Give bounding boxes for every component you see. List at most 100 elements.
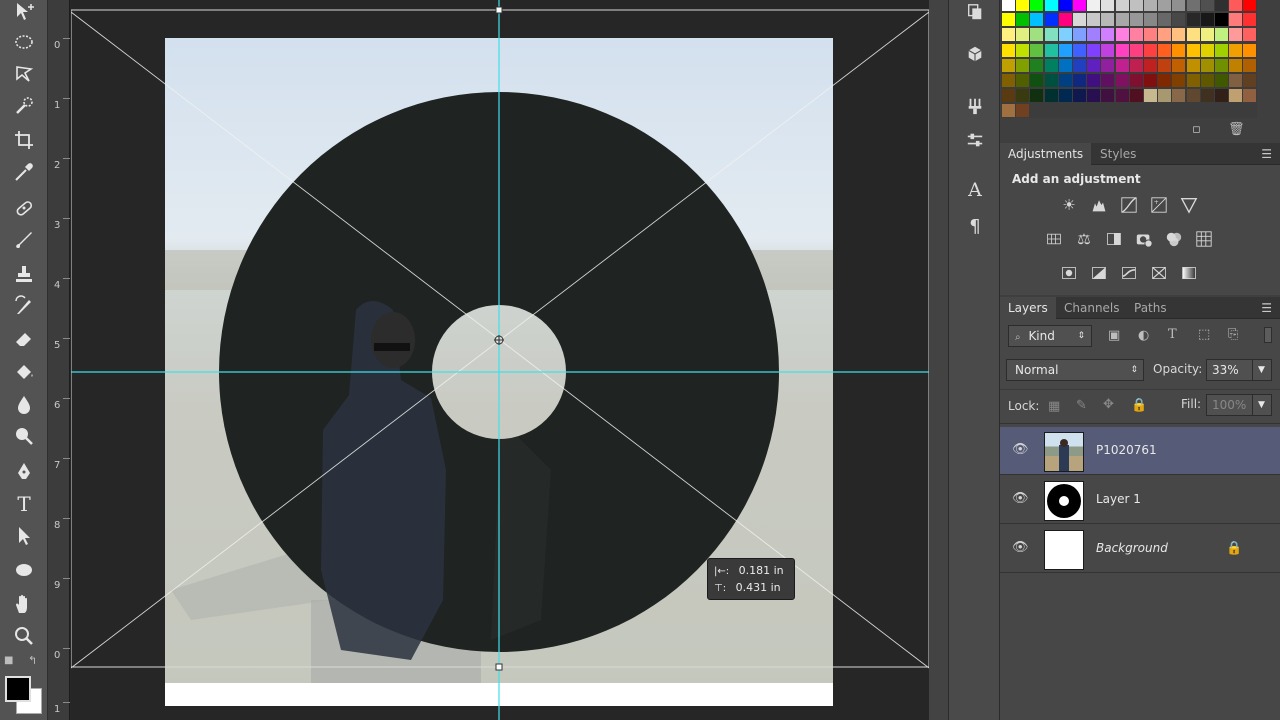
layers-panel-menu-icon[interactable]: ☰ bbox=[1261, 301, 1272, 315]
color-swatch[interactable] bbox=[1073, 89, 1086, 103]
color-swatch[interactable] bbox=[1172, 58, 1186, 72]
color-swatch[interactable] bbox=[1115, 13, 1129, 27]
move-tool-icon[interactable] bbox=[10, 0, 38, 24]
zoom-icon[interactable] bbox=[10, 624, 38, 648]
eyedropper-icon[interactable] bbox=[10, 160, 38, 184]
color-swatch[interactable] bbox=[1058, 28, 1072, 42]
layer-row-layer-1[interactable]: 👁 Layer 1 bbox=[1000, 476, 1280, 524]
visibility-eye-icon[interactable]: 👁 bbox=[1012, 491, 1029, 507]
color-swatch[interactable] bbox=[1073, 28, 1086, 42]
color-swatch[interactable] bbox=[1172, 0, 1186, 11]
color-swatch[interactable] bbox=[1087, 28, 1101, 42]
color-swatch[interactable] bbox=[1058, 58, 1072, 72]
color-swatch[interactable] bbox=[1172, 74, 1186, 87]
color-swatch[interactable] bbox=[1229, 0, 1243, 11]
visibility-eye-icon[interactable]: 👁 bbox=[1012, 442, 1029, 458]
color-swatch[interactable] bbox=[1016, 13, 1030, 27]
color-swatch[interactable] bbox=[1016, 0, 1030, 11]
color-swatch[interactable] bbox=[1115, 89, 1129, 103]
color-swatch[interactable] bbox=[1144, 13, 1157, 27]
color-swatch[interactable] bbox=[1229, 13, 1243, 27]
history-panel-icon[interactable] bbox=[963, 0, 987, 24]
invert-icon[interactable] bbox=[1058, 262, 1080, 284]
color-swatch[interactable] bbox=[1101, 74, 1115, 87]
color-swatch[interactable] bbox=[1073, 58, 1086, 72]
filter-adjustment-icon[interactable]: ◐ bbox=[1138, 328, 1149, 343]
color-swatch[interactable] bbox=[1030, 43, 1044, 57]
fill-input[interactable]: 100% bbox=[1206, 394, 1254, 416]
layer-row-p1020761[interactable]: 👁 P1020761 bbox=[1000, 427, 1280, 475]
color-swatch[interactable] bbox=[1158, 13, 1172, 27]
color-swatch[interactable] bbox=[1058, 89, 1072, 103]
delete-swatch-icon[interactable]: 🗑 bbox=[1228, 122, 1245, 137]
color-swatch[interactable] bbox=[1215, 0, 1228, 11]
color-swatch[interactable] bbox=[1158, 74, 1172, 87]
color-swatch[interactable] bbox=[1144, 58, 1157, 72]
color-swatch[interactable] bbox=[1129, 43, 1143, 57]
color-swatch[interactable] bbox=[1115, 58, 1129, 72]
color-swatch[interactable] bbox=[1044, 43, 1058, 57]
color-swatch[interactable] bbox=[1101, 89, 1115, 103]
color-swatch[interactable] bbox=[1243, 28, 1257, 42]
color-swatch[interactable] bbox=[1215, 58, 1228, 72]
color-swatch[interactable] bbox=[1087, 58, 1101, 72]
photo-filter-icon[interactable] bbox=[1133, 228, 1155, 250]
color-swatch[interactable] bbox=[1101, 58, 1115, 72]
selective-color-icon[interactable] bbox=[1148, 262, 1170, 284]
blend-mode-select[interactable]: Normal ⇕ bbox=[1006, 359, 1144, 381]
path-selection-icon[interactable] bbox=[10, 524, 38, 548]
panel-menu-icon[interactable]: ☰ bbox=[1261, 147, 1272, 161]
posterize-icon[interactable] bbox=[1088, 262, 1110, 284]
color-swatch[interactable] bbox=[1243, 13, 1257, 27]
foreground-color-swatch[interactable] bbox=[5, 676, 31, 702]
threshold-icon[interactable] bbox=[1118, 262, 1140, 284]
swap-colors-icon[interactable]: ↰ bbox=[28, 654, 37, 667]
fill-dropdown-button[interactable]: ▼ bbox=[1252, 394, 1272, 416]
filter-pixel-icon[interactable]: ▣ bbox=[1108, 328, 1120, 343]
color-swatch[interactable] bbox=[1002, 74, 1015, 87]
color-swatch[interactable] bbox=[1200, 74, 1214, 87]
lock-transparent-pixels-icon[interactable]: ▦ bbox=[1048, 399, 1060, 414]
color-swatch[interactable] bbox=[1002, 89, 1015, 103]
layer-row-background[interactable]: 👁 Background 🔒 bbox=[1000, 525, 1280, 573]
color-swatch[interactable] bbox=[1215, 43, 1228, 57]
paragraph-panel-icon[interactable]: ¶ bbox=[963, 214, 987, 238]
color-swatch[interactable] bbox=[1144, 28, 1157, 42]
vibrance-icon[interactable] bbox=[1178, 194, 1200, 216]
document-canvas[interactable]: |←: 0.181 in ⊤: 0.431 in bbox=[71, 0, 929, 720]
color-swatch[interactable] bbox=[1101, 28, 1115, 42]
quick-selection-icon[interactable] bbox=[10, 94, 38, 118]
color-swatch[interactable] bbox=[1087, 43, 1101, 57]
color-swatch[interactable] bbox=[1200, 43, 1214, 57]
color-swatch[interactable] bbox=[1229, 58, 1243, 72]
color-swatch[interactable] bbox=[1101, 0, 1115, 11]
elliptical-marquee-icon[interactable] bbox=[10, 30, 38, 54]
color-swatch[interactable] bbox=[1030, 0, 1044, 11]
clone-stamp-icon[interactable] bbox=[10, 262, 38, 286]
crop-icon[interactable] bbox=[10, 128, 38, 152]
black-white-icon[interactable] bbox=[1103, 228, 1125, 250]
brush-presets-icon[interactable] bbox=[963, 94, 987, 118]
color-swatch[interactable] bbox=[1215, 13, 1228, 27]
color-swatch[interactable] bbox=[1101, 43, 1115, 57]
color-swatch[interactable] bbox=[1044, 74, 1058, 87]
color-swatch[interactable] bbox=[1243, 58, 1257, 72]
color-swatch[interactable] bbox=[1229, 43, 1243, 57]
history-brush-icon[interactable] bbox=[10, 294, 38, 318]
brush-icon[interactable] bbox=[10, 228, 38, 252]
blur-icon[interactable] bbox=[10, 392, 38, 416]
color-swatch[interactable] bbox=[1200, 58, 1214, 72]
color-swatch[interactable] bbox=[1172, 89, 1186, 103]
filter-smart-object-icon[interactable]: ⎘ bbox=[1228, 327, 1238, 342]
color-swatch[interactable] bbox=[1030, 28, 1044, 42]
color-swatch[interactable] bbox=[1115, 74, 1129, 87]
color-swatch[interactable] bbox=[1087, 13, 1101, 27]
new-swatch-icon[interactable]: ▫ bbox=[1192, 122, 1201, 137]
color-swatch[interactable] bbox=[1002, 58, 1015, 72]
color-swatch[interactable] bbox=[1186, 89, 1200, 103]
filter-toggle-switch[interactable] bbox=[1264, 327, 1272, 343]
color-swatch[interactable] bbox=[1044, 28, 1058, 42]
color-swatch[interactable] bbox=[1016, 58, 1030, 72]
opacity-dropdown-button[interactable]: ▼ bbox=[1252, 359, 1272, 381]
color-swatch[interactable] bbox=[1030, 13, 1044, 27]
